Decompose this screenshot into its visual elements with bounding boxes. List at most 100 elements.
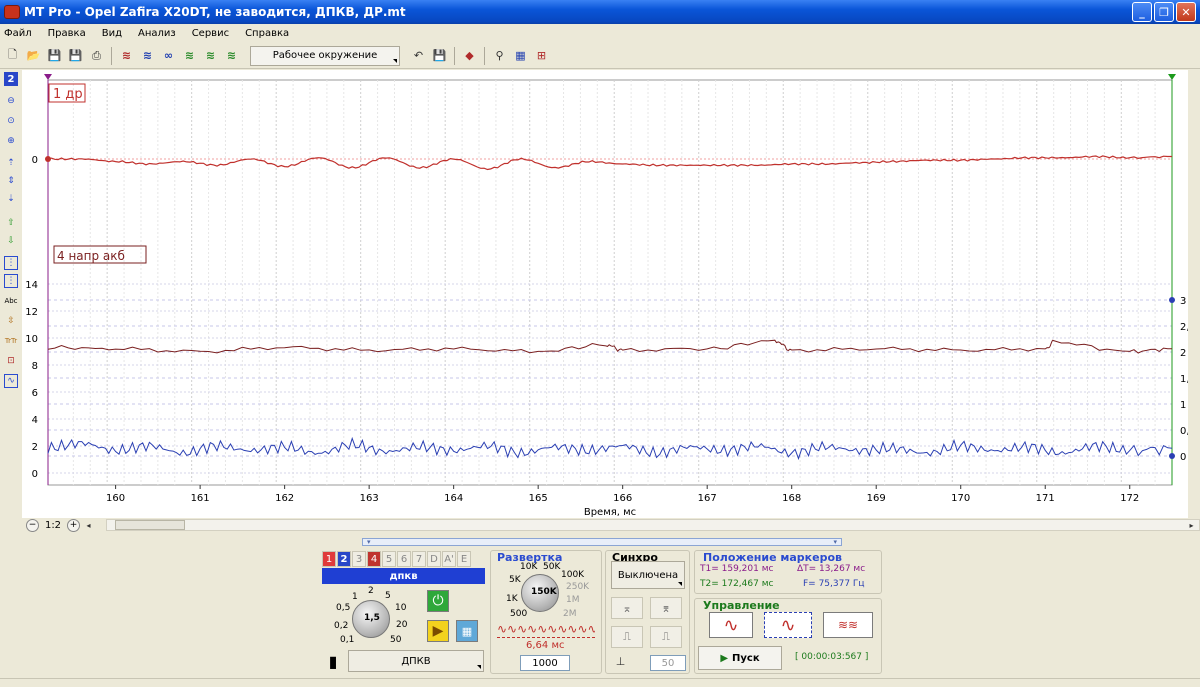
waveform-icon-4[interactable]: ≋ <box>181 47 198 64</box>
range-tick: 0,2 <box>334 621 349 631</box>
waveform-icon-2[interactable]: ≋ <box>139 47 156 64</box>
scroll-left-icon[interactable]: ◂ <box>80 517 97 534</box>
sweep-tick: 100K <box>561 570 585 580</box>
workspace-select[interactable]: Рабочее окружение <box>250 45 400 66</box>
close-button[interactable]: ✕ <box>1176 2 1196 22</box>
channel-tab-3[interactable]: 3 <box>352 551 366 567</box>
channel-name-bar: дпкв <box>322 568 485 584</box>
waveform-icon-1[interactable]: ≋ <box>118 47 135 64</box>
spectrum-icon[interactable]: ▦ <box>512 47 529 64</box>
scale-icon[interactable]: ⊡ <box>4 354 18 368</box>
expand-icon[interactable]: ⇕ <box>4 174 18 188</box>
save-icon[interactable]: 💾 <box>46 47 63 64</box>
zoom-plus-icon[interactable]: ⊕ <box>4 134 18 148</box>
waveform-icon-3[interactable]: ∞ <box>160 47 177 64</box>
channel-tab-1[interactable]: 1 <box>322 551 336 567</box>
zoom-out-icon[interactable]: − <box>26 518 39 532</box>
y-tick-label-left: 6 <box>32 388 38 399</box>
marker-set-icon[interactable]: ⋮ <box>4 274 18 288</box>
channel-tab-e[interactable]: E <box>457 551 471 567</box>
play-probe-button[interactable]: ▶ <box>427 620 449 642</box>
menu-analysis[interactable]: Анализ <box>138 28 176 39</box>
oscilloscope-plot[interactable]: 160 161 162 163 164 165 166 167 168 169 170 171 172 В… <box>22 70 1196 518</box>
range-tick: 50 <box>390 635 402 645</box>
zoom-scroll-row: − 1:2 + ◂ ▸ <box>22 518 1200 532</box>
channel-tab-2[interactable]: 2 <box>337 551 351 567</box>
title-bar: MT Pro - Opel Zafira X20DT, не заводится… <box>0 0 1200 24</box>
probe-icon[interactable]: ⚲ <box>491 47 508 64</box>
x-tick-label: 170 <box>951 493 970 504</box>
channel-tab-6[interactable]: 6 <box>397 551 411 567</box>
open-folder-icon[interactable]: 📂 <box>25 47 42 64</box>
shift-up-icon[interactable]: ⇡ <box>4 156 18 170</box>
power-button[interactable]: ⏻ <box>427 590 449 612</box>
y-tick-label-right: 2,5 <box>1180 322 1188 333</box>
sync-mode-select[interactable]: Выключена <box>611 561 685 589</box>
font-icon[interactable]: TrTr <box>4 334 18 348</box>
channel-tab-d[interactable]: D <box>427 551 441 567</box>
measure-icon[interactable]: ⇳ <box>4 314 18 328</box>
x-tick-label: 167 <box>698 493 717 504</box>
scroll-thumb[interactable] <box>115 520 185 530</box>
range-tick: 0,1 <box>340 635 355 645</box>
control-title: Управление <box>703 599 780 612</box>
menu-help[interactable]: Справка <box>245 28 289 39</box>
sweep-points-field[interactable]: 1000 <box>520 655 570 671</box>
oscilloscope-svg[interactable]: 160 161 162 163 164 165 166 167 168 169 170 171 172В… <box>22 70 1196 518</box>
y-tick-label-left: 4 <box>32 415 38 426</box>
arrow-up-icon[interactable]: ⇧ <box>4 216 18 230</box>
print-icon[interactable]: ⎙ <box>88 47 105 64</box>
channel-tabs: 1 2 3 4 5 6 7 D A' E <box>322 551 471 567</box>
probe-connector-icon: ▮ <box>328 651 338 671</box>
horizontal-scrollbar[interactable] <box>106 519 1200 531</box>
channel-tab-7[interactable]: 7 <box>412 551 426 567</box>
sync-pulse-icon[interactable]: ⎍ <box>611 626 643 648</box>
panel-splitter[interactable]: ▾ ▾ <box>362 538 842 546</box>
text-label-icon[interactable]: Abc <box>4 294 18 308</box>
mode-record-button[interactable]: ≋≋ <box>823 612 873 638</box>
save-workspace-icon[interactable]: 💾 <box>431 47 448 64</box>
channel-tab-a[interactable]: A' <box>442 551 456 567</box>
range-tick: 0,5 <box>336 603 351 613</box>
ch1-label: 1 др <box>53 87 83 102</box>
sync-falling-edge-icon[interactable]: ⌆ <box>650 597 682 619</box>
mode-normal-button[interactable]: ∿ <box>764 612 812 638</box>
menu-edit[interactable]: Правка <box>48 28 86 39</box>
undo-icon[interactable]: ↶ <box>410 47 427 64</box>
signal-view-icon[interactable]: ∿ <box>4 374 18 388</box>
channel-tab-5[interactable]: 5 <box>382 551 396 567</box>
marker-t1-handle <box>44 74 52 80</box>
left-toolbar: 2 ⊖ ⊙ ⊕ ⇡ ⇕ ⇣ ⇧ ⇩ ⋮ ⋮ Abc ⇳ TrTr ⊡ ∿ <box>0 70 22 520</box>
zoom-reset-icon[interactable]: ⊙ <box>4 114 18 128</box>
minimize-button[interactable]: _ <box>1132 2 1152 22</box>
channel-tab-4[interactable]: 4 <box>367 551 381 567</box>
calculator-button[interactable]: ▦ <box>456 620 478 642</box>
y-tick-label-left: 8 <box>32 361 38 372</box>
x-tick-label: 162 <box>275 493 294 504</box>
menu-file[interactable]: Файл <box>4 28 32 39</box>
channel-select-button[interactable]: 2 <box>4 72 18 86</box>
sweep-tick: 500 <box>510 609 528 619</box>
marker-mode-icon[interactable]: ⋮ <box>4 256 18 270</box>
waveform-icon-6[interactable]: ≋ <box>223 47 240 64</box>
menu-service[interactable]: Сервис <box>192 28 229 39</box>
shift-down-icon[interactable]: ⇣ <box>4 192 18 206</box>
run-button[interactable]: ▶ Пуск <box>698 646 782 670</box>
play-icon: ▶ <box>720 652 729 664</box>
mode-single-button[interactable]: ∿ <box>709 612 753 638</box>
sync-rising-edge-icon[interactable]: ⌅ <box>611 597 643 619</box>
zoom-in-icon[interactable]: + <box>67 518 80 532</box>
arrow-down-icon[interactable]: ⇩ <box>4 234 18 248</box>
new-file-icon[interactable]: 🗋 <box>4 47 21 64</box>
maximize-button[interactable]: ❐ <box>1154 2 1174 22</box>
zoom-minus-icon[interactable]: ⊖ <box>4 94 18 108</box>
save-as-icon[interactable]: 💾 <box>67 47 84 64</box>
waveform-icon-5[interactable]: ≋ <box>202 47 219 64</box>
eraser-icon[interactable]: ◆ <box>461 47 478 64</box>
scroll-right-icon[interactable]: ▸ <box>1183 517 1200 534</box>
sync-window-icon[interactable]: ⎍ <box>650 626 682 648</box>
grid-icon[interactable]: ⊞ <box>533 47 550 64</box>
sync-level-field[interactable]: 50 <box>650 655 686 671</box>
menu-view[interactable]: Вид <box>102 28 122 39</box>
probe-select[interactable]: ДПКВ <box>348 650 484 672</box>
